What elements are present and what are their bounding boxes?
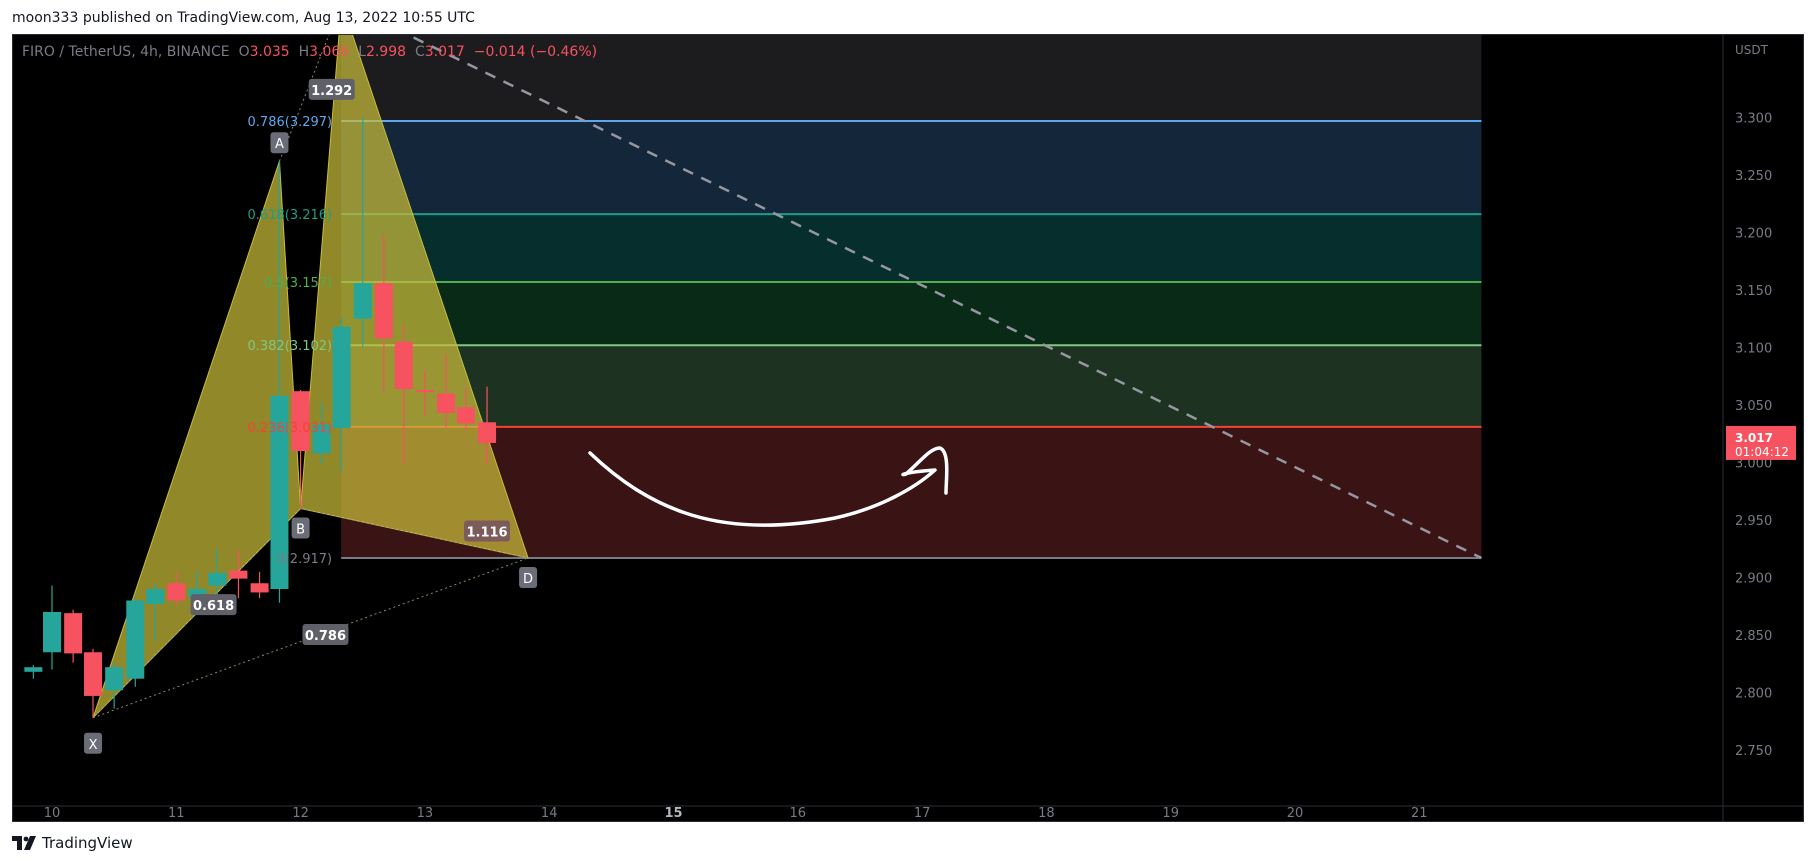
fib-level-label: 0.618(3.216) [248,208,333,223]
ratio-label: 1.116 [466,526,507,541]
legend-close-label: C [414,44,425,60]
plot-layer: 1.272(3.531)1(3.400)0.786(3.297)0.618(3.… [24,0,1482,754]
x-axis-tick-label: 21 [1411,806,1428,821]
fib-level-label: 0.786(3.297) [248,115,333,130]
pattern-point-label: X [89,738,98,753]
candle-body [167,583,186,601]
candle-body [24,667,43,672]
legend-high-label: H [298,44,310,60]
fib-level-label: 0.382(3.102) [248,339,333,354]
pattern-point-label: D [523,572,533,587]
fib-zone [341,120,1482,215]
legend-change: −0.014 (−0.46%) [473,44,598,60]
price-tag-price: 3.017 [1735,431,1773,445]
fib-level-label: 0.5(3.157) [264,276,332,291]
candle-body [332,326,351,428]
y-axis-tick-label: 2.850 [1735,629,1772,644]
x-axis-tick-label: 20 [1287,806,1304,821]
candle-body [126,600,145,679]
x-axis-tick-label: 14 [541,806,558,821]
y-axis-tick-label: 2.950 [1735,514,1772,529]
y-axis-tick-label: 3.100 [1735,342,1772,357]
legend-open: 3.035 [249,44,290,60]
x-axis-tick-label: 11 [168,806,185,821]
fib-level-label: 1(3.400) [276,0,332,12]
x-axis-tick-label: 17 [914,806,931,821]
fib-zone [341,345,1482,427]
harmonic-triangle [92,161,302,719]
pattern-point-label: A [275,137,284,152]
pattern-point-label: B [296,523,305,538]
fib-zone [341,0,1481,3]
candle-body [208,572,227,586]
legend-low: 2.998 [365,44,407,60]
x-axis-tick-label: 10 [44,806,61,821]
legend-symbol: FIRO / TetherUS, 4h, BINANCE [22,44,230,60]
candle-body [250,583,269,593]
y-axis-tick-label: 3.250 [1735,169,1772,184]
symbol-legend: FIRO / TetherUS, 4h, BINANCE O3.035 H3.0… [22,44,597,60]
x-axis-tick-label: 18 [1038,806,1055,821]
fib-level-label: 0(2.917) [276,552,332,567]
candle-body [456,407,475,424]
x-axis-tick-label: 13 [417,806,434,821]
y-axis-tick-label: 2.800 [1735,687,1772,702]
fib-level-label: 0.236(3.031) [248,421,333,436]
x-axis-tick-label: 19 [1162,806,1179,821]
candle-body [478,422,497,443]
y-axis-tick-label: 2.900 [1735,572,1772,587]
x-axis-tick-label: 15 [664,806,682,821]
price-chart[interactable]: 1.272(3.531)1(3.400)0.786(3.297)0.618(3.… [0,0,1813,866]
legend-high: 3.066 [309,44,350,60]
candle-body [64,613,83,654]
candle-body [84,652,103,696]
y-axis-tick-label: 3.150 [1735,284,1772,299]
legend-open-label: O [238,44,250,60]
brand-name: TradingView [42,834,133,852]
y-axis-currency: USDT [1735,43,1769,57]
candle-body [437,393,456,414]
ratio-label: 1.292 [311,84,352,99]
candle-body [229,570,248,579]
candle-body [105,667,124,691]
fib-zone [341,281,1482,346]
y-axis-tick-label: 3.200 [1735,227,1772,242]
y-axis-tick-label: 3.300 [1735,112,1772,127]
ratio-label: 0.786 [305,629,346,644]
fib-zone [341,214,1482,282]
candle-body [415,390,434,393]
candle-body [353,283,372,319]
candle-body [43,612,61,653]
price-tag-countdown: 01:04:12 [1735,445,1789,459]
tradingview-logo-icon [12,836,36,850]
x-axis-tick-label: 16 [790,806,807,821]
y-axis-tick-label: 2.750 [1735,744,1772,759]
candle-body [394,341,413,389]
candle-body [374,283,393,339]
candle-body [146,589,165,604]
y-axis-tick-label: 3.050 [1735,399,1772,414]
fib-zone [341,35,1482,121]
legend-low-label: L [358,44,366,60]
tradingview-brand[interactable]: TradingView [12,834,133,852]
x-axis-tick-label: 12 [292,806,309,821]
legend-close: 3.017 [424,44,465,60]
ratio-label: 0.618 [193,599,234,614]
